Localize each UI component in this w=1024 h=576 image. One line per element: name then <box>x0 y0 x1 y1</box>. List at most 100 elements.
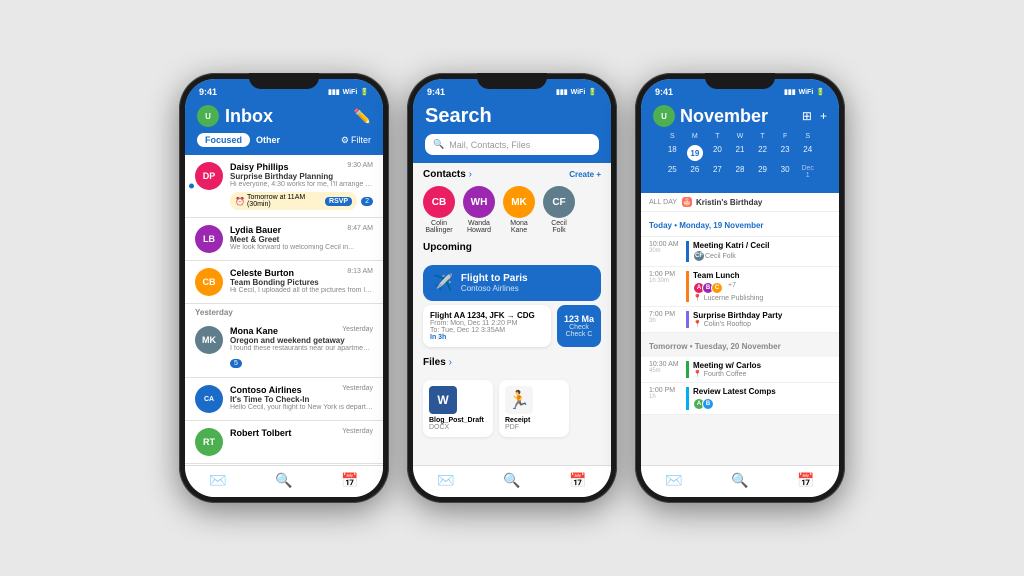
sender-avatar: DP <box>195 162 223 190</box>
event-duration: 30m <box>649 248 681 254</box>
event-row[interactable]: 10:30 AM 45m Meeting w/ Carlos 📍 Fourth … <box>641 357 839 383</box>
event-time-col: 10:00 AM 30m <box>649 241 681 262</box>
nav-calendar-icon[interactable]: 📅 <box>341 472 358 489</box>
nav-search-icon[interactable]: 🔍 <box>731 472 748 489</box>
day-label-w: W <box>729 133 752 140</box>
reminder-chip: ⏰ Tomorrow at 11AM (30min) RSVP <box>230 192 357 210</box>
mail-item[interactable]: RT Robert Tolbert Yesterday <box>185 421 383 464</box>
contact-name: CecilFolk <box>551 220 567 234</box>
file-icon-box: W <box>429 386 457 414</box>
day-label-t2: T <box>751 133 774 140</box>
inbox-title-group: U Inbox <box>197 105 273 127</box>
contact-item[interactable]: MK MonaKane <box>503 186 535 234</box>
nav-mail-icon[interactable]: ✉️ <box>209 472 226 489</box>
flight-info: Flight to Paris Contoso Airlines <box>461 273 528 293</box>
day-label-m: M <box>684 133 707 140</box>
signal-icon: ▮▮▮ <box>784 88 796 96</box>
notch-1 <box>249 73 319 89</box>
checkin-card[interactable]: 123 Ma Check Check C <box>557 305 601 347</box>
cal-date-27[interactable]: 27 <box>706 163 729 181</box>
nav-search-icon[interactable]: 🔍 <box>275 472 292 489</box>
nav-calendar-icon[interactable]: 📅 <box>569 472 586 489</box>
cal-date-25[interactable]: 25 <box>661 163 684 181</box>
event-time: 1:00 PM <box>649 387 681 394</box>
file-name: Blog_Post_Draft <box>429 417 487 424</box>
allday-event[interactable]: 🎂 Kristin's Birthday <box>682 197 762 207</box>
cal-date-22[interactable]: 22 <box>751 143 774 163</box>
mail-time: Yesterday <box>342 326 373 336</box>
mail-content: Lydia Bauer 8:47 AM Meet & Greet We look… <box>230 225 373 251</box>
event-participant-avatar: CF <box>693 250 705 262</box>
battery-icon: 🔋 <box>360 88 369 96</box>
cal-date-29[interactable]: 29 <box>751 163 774 181</box>
mail-item[interactable]: CB Celeste Burton 8:13 AM Team Bonding P… <box>185 261 383 304</box>
flight-detail-card[interactable]: Flight AA 1234, JFK → CDG From: Mon, Dec… <box>423 305 551 347</box>
mail-preview: Hi Cecil, I uploaded all of the pictures… <box>230 287 373 294</box>
calendar-month-title: November <box>680 106 768 127</box>
file-card[interactable]: 🏃 Receipt PDF <box>499 380 569 437</box>
filter-icon: ⚙ <box>341 135 349 146</box>
mail-item[interactable]: DP Daisy Phillips 9:30 AM Surprise Birth… <box>185 155 383 218</box>
cal-date-dec1[interactable]: Dec1 <box>796 163 819 181</box>
signal-icon: ▮▮▮ <box>328 88 340 96</box>
cal-date-19[interactable]: 19 <box>684 143 707 163</box>
mail-top: Robert Tolbert Yesterday <box>230 428 373 438</box>
checkin-line2: Check C <box>564 331 594 338</box>
status-icons-1: ▮▮▮ WiFi 🔋 <box>328 88 369 96</box>
search-box[interactable]: 🔍 Mail, Contacts, Files <box>425 134 599 155</box>
contact-item[interactable]: WH WandaHoward <box>463 186 495 234</box>
tab-other[interactable]: Other <box>256 135 280 145</box>
add-icon[interactable]: + <box>820 109 827 123</box>
pdf-thumbnail-icon: 🏃 <box>508 390 530 411</box>
filter-label: Filter <box>351 135 371 145</box>
event-row[interactable]: 7:00 PM 3h Surprise Birthday Party 📍 Col… <box>641 307 839 333</box>
event-name: Meeting Katri / Cecil <box>693 241 831 250</box>
mail-content: Daisy Phillips 9:30 AM Surprise Birthday… <box>230 162 373 210</box>
create-button[interactable]: Create + <box>569 170 601 179</box>
rsvp-button[interactable]: RSVP <box>325 197 352 206</box>
battery-icon: 🔋 <box>816 88 825 96</box>
event-name: Surprise Birthday Party <box>693 311 831 320</box>
birthday-icon: 🎂 <box>682 197 692 207</box>
cal-date-26[interactable]: 26 <box>684 163 707 181</box>
checkin-line1: Check <box>564 324 594 331</box>
event-row[interactable]: 1:00 PM 1h Review Latest Comps A B <box>641 383 839 415</box>
event-card: Surprise Birthday Party 📍 Colin's Roofto… <box>686 311 831 328</box>
event-row[interactable]: 10:00 AM 30m Meeting Katri / Cecil CF Ce… <box>641 237 839 267</box>
nav-calendar-icon[interactable]: 📅 <box>797 472 814 489</box>
compose-icon[interactable]: ✏️ <box>354 108 371 125</box>
filter-button[interactable]: ⚙ Filter <box>341 135 371 146</box>
nav-search-icon[interactable]: 🔍 <box>503 472 520 489</box>
mail-top: Lydia Bauer 8:47 AM <box>230 225 373 235</box>
mail-item[interactable]: MK Mona Kane Yesterday Oregon and weeken… <box>185 319 383 378</box>
grid-icon[interactable]: ⊞ <box>802 109 812 123</box>
file-card[interactable]: W Blog_Post_Draft DOCX <box>423 380 493 437</box>
upcoming-flight-card[interactable]: ✈️ Flight to Paris Contoso Airlines <box>423 265 601 301</box>
today-marker[interactable]: 19 <box>687 145 703 161</box>
mail-item[interactable]: LB Lydia Bauer 8:47 AM Meet & Greet We l… <box>185 218 383 261</box>
mail-content: Robert Tolbert Yesterday <box>230 428 373 438</box>
event-participant-name: Cecil Folk <box>705 253 736 260</box>
cal-date-18[interactable]: 18 <box>661 143 684 163</box>
event-avatar: C <box>711 282 723 294</box>
cal-date-21[interactable]: 21 <box>729 143 752 163</box>
days-header: S M T W T F S <box>661 133 819 140</box>
mail-preview: Hello Cecil, your flight to New York is … <box>230 404 373 411</box>
mail-item[interactable]: CA Contoso Airlines Yesterday It's Time … <box>185 378 383 421</box>
nav-mail-icon[interactable]: ✉️ <box>665 472 682 489</box>
screen-search: 9:41 ▮▮▮ WiFi 🔋 Search 🔍 Mail, Contacts,… <box>413 79 611 497</box>
wifi-icon: WiFi <box>799 89 814 96</box>
cal-date-23[interactable]: 23 <box>774 143 797 163</box>
contact-item[interactable]: CF CecilFolk <box>543 186 575 234</box>
cal-date-24[interactable]: 24 <box>796 143 819 163</box>
cal-date-28[interactable]: 28 <box>729 163 752 181</box>
event-row[interactable]: 1:00 PM 1h 30m Team Lunch A B C +7 📍 <box>641 267 839 307</box>
user-avatar-cal[interactable]: U <box>653 105 675 127</box>
mail-subject: Meet & Greet <box>230 235 373 244</box>
user-avatar[interactable]: U <box>197 105 219 127</box>
cal-date-30[interactable]: 30 <box>774 163 797 181</box>
cal-date-20[interactable]: 20 <box>706 143 729 163</box>
nav-mail-icon[interactable]: ✉️ <box>437 472 454 489</box>
tab-focused[interactable]: Focused <box>197 133 250 147</box>
contact-item[interactable]: CB ColinBallinger <box>423 186 455 234</box>
